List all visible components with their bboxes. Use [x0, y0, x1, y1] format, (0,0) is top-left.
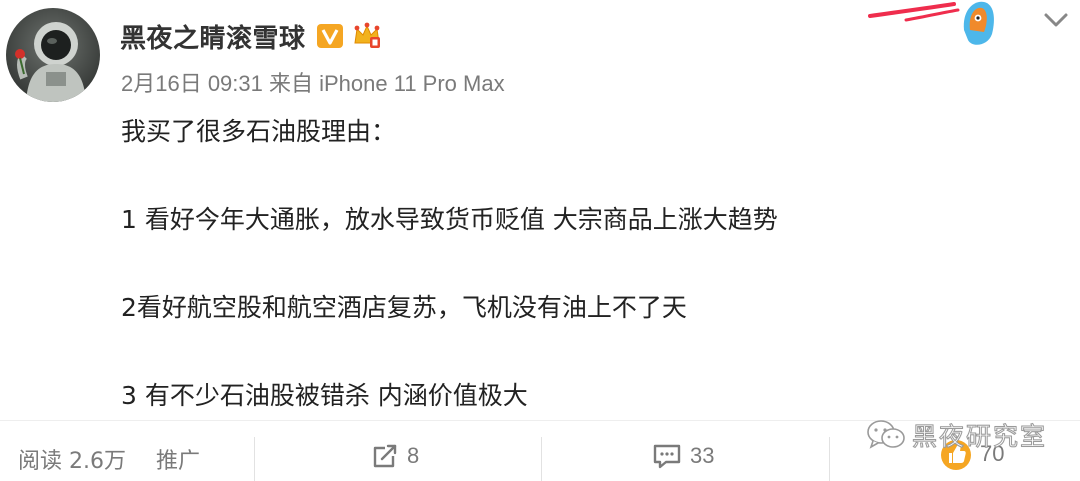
content-line: 我买了很多石油股理由： [121, 117, 397, 146]
content-blank-line [121, 330, 1021, 374]
action-divider [541, 437, 542, 481]
comment-icon [653, 444, 681, 469]
username[interactable]: 黑夜之睛滚雪球 [120, 18, 306, 55]
wechat-icon [867, 420, 905, 449]
read-count: 阅读 2.6万 [18, 443, 126, 475]
post-source: 来自 iPhone 11 Pro Max [269, 71, 505, 96]
content-blank-line [121, 154, 1021, 198]
action-divider [254, 437, 255, 481]
repost-count: 8 [407, 443, 420, 468]
chevron-down-icon[interactable] [1042, 10, 1070, 30]
content-line: 1 看好今年大通胀，放水导致货币贬值 大宗商品上涨大趋势 [121, 205, 778, 234]
repost-button[interactable]: 8 [371, 439, 419, 473]
content-blank-line [121, 242, 1021, 286]
post-meta: 2月16日 09:31 来自 iPhone 11 Pro Max [121, 66, 505, 98]
post-timestamp[interactable]: 2月16日 09:31 [121, 71, 263, 96]
read-label: 阅读 [18, 449, 63, 474]
watermark-text: 黑夜研究室 [911, 422, 1048, 452]
verified-v-icon [316, 22, 344, 50]
avatar[interactable] [6, 8, 100, 102]
comment-count: 33 [690, 443, 715, 468]
read-count-value: 2.6万 [69, 449, 127, 474]
avatar-image [6, 8, 100, 102]
content-line: 2看好航空股和航空酒店复苏，飞机没有油上不了天 [121, 293, 687, 322]
post-content: 我买了很多石油股理由： 1 看好今年大通胀，放水导致货币贬值 大宗商品上涨大趋势… [121, 110, 1021, 418]
content-line: 3 有不少石油股被错杀 内涵价值极大 [121, 381, 528, 410]
watermark: 黑夜研究室 [866, 418, 1047, 452]
username-row: 黑夜之睛滚雪球 [120, 16, 382, 56]
promote-button[interactable]: 推广 [156, 443, 200, 475]
vip-crown-icon[interactable] [352, 21, 382, 51]
repost-icon [373, 444, 397, 468]
weibo-post-card: 黑夜之睛滚雪球 2月16日 09:31 来自 iPhone 11 Pro Max… [0, 0, 1080, 481]
comment-button[interactable]: 33 [652, 439, 714, 473]
action-divider [829, 437, 830, 481]
decorative-sticker [868, 0, 1008, 50]
